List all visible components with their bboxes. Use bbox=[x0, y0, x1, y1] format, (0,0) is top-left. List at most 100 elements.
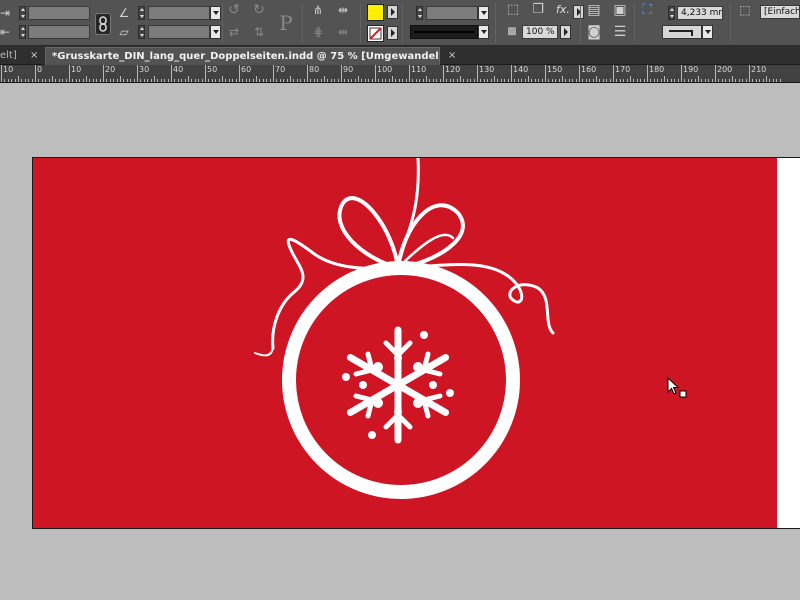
horizontal-ruler[interactable]: 10 0 10 20 30 40 50 60 70 80 90 100 110 120 130 140 150 1… bbox=[0, 65, 800, 83]
stroke-weight-mm-field[interactable]: 4,233 mm bbox=[677, 6, 723, 20]
wrap-bounding-box-icon[interactable]: ▣ bbox=[612, 3, 628, 17]
rotate-angle-dropdown[interactable] bbox=[210, 6, 221, 20]
ruler-tick bbox=[555, 79, 556, 82]
ruler-tick bbox=[321, 79, 322, 82]
ruler-tick bbox=[399, 79, 400, 82]
select-content-icon[interactable]: ⋕ bbox=[309, 25, 327, 39]
ruler-tick bbox=[178, 79, 179, 82]
select-container-icon[interactable]: ⋔ bbox=[309, 3, 327, 17]
stroke-swatch[interactable] bbox=[367, 25, 384, 42]
ruler-label: 180 bbox=[649, 65, 665, 74]
ruler-tick bbox=[130, 79, 131, 82]
tab-previous-document[interactable]: elt] bbox=[0, 47, 22, 65]
corner-shape-dropdown[interactable] bbox=[702, 25, 713, 39]
opacity-menu-arrow[interactable] bbox=[560, 25, 571, 39]
ruler-tick bbox=[11, 79, 12, 82]
stroke-weight-stepper[interactable] bbox=[416, 6, 423, 20]
close-tab-icon[interactable]: × bbox=[30, 48, 38, 63]
flip-horizontal-icon[interactable]: ⇄ bbox=[226, 25, 242, 39]
select-previous-object-icon[interactable]: ⇹ bbox=[334, 3, 352, 17]
ruler-tick bbox=[307, 65, 308, 82]
ruler-tick bbox=[317, 79, 318, 82]
height-field[interactable] bbox=[28, 25, 90, 39]
opacity-field[interactable]: 100 % bbox=[522, 25, 558, 39]
ruler-tick bbox=[55, 79, 56, 82]
ruler-tick bbox=[715, 65, 716, 82]
rotate-ccw-icon[interactable]: ↺ bbox=[226, 3, 242, 17]
ruler-tick bbox=[569, 79, 570, 82]
select-next-object-icon[interactable]: ⇹ bbox=[334, 25, 352, 39]
page-spread-right[interactable] bbox=[777, 157, 800, 529]
ruler-tick bbox=[219, 79, 220, 82]
ruler-tick bbox=[331, 79, 332, 82]
tab-active-document[interactable]: *Grusskarte_DIN_lang_quer_Doppelseiten.i… bbox=[45, 47, 440, 65]
separator bbox=[495, 3, 496, 43]
constrain-proportions-button[interactable] bbox=[95, 13, 111, 35]
ruler-tick bbox=[35, 65, 36, 82]
ruler-tick bbox=[62, 79, 63, 82]
stroke-weight-field[interactable] bbox=[426, 6, 478, 20]
ruler-tick bbox=[270, 79, 271, 82]
ruler-tick bbox=[409, 65, 410, 82]
ruler-tick bbox=[742, 79, 743, 82]
ruler-tick bbox=[542, 79, 543, 82]
ruler-tick bbox=[168, 79, 169, 82]
frame-edges-icon[interactable]: ⬚ bbox=[505, 3, 521, 17]
stroke-swatch-menu-arrow[interactable] bbox=[387, 26, 398, 40]
page-spread-left[interactable] bbox=[32, 157, 777, 529]
height-stepper[interactable] bbox=[19, 25, 26, 39]
close-active-tab-icon[interactable]: × bbox=[448, 48, 456, 63]
ruler-tick bbox=[633, 79, 634, 82]
ruler-label: 60 bbox=[241, 65, 252, 74]
rotate-angle-field[interactable] bbox=[148, 6, 210, 20]
object-style-field[interactable]: [Einfache bbox=[760, 5, 800, 19]
fill-swatch[interactable] bbox=[367, 4, 384, 21]
ruler-tick bbox=[443, 65, 444, 82]
ruler-tick bbox=[559, 79, 560, 82]
control-panel: ⇥ ⇤ ∠ ▱ ↺ ↻ ⇄ ⇅ P ⋔ ⇹ ⋕ ⇹ ⬚ ❐ fx. ▩ 100 … bbox=[0, 0, 800, 46]
ruler-tick bbox=[45, 79, 46, 82]
ruler-tick bbox=[766, 76, 767, 82]
ruler-tick bbox=[157, 79, 158, 82]
width-stepper[interactable] bbox=[19, 6, 26, 20]
ruler-tick bbox=[773, 79, 774, 82]
ruler-label: 70 bbox=[275, 65, 286, 74]
shear-angle-field[interactable] bbox=[148, 25, 210, 39]
wrap-none-icon[interactable]: ▤ bbox=[586, 3, 602, 17]
rotate-cw-icon[interactable]: ↻ bbox=[251, 3, 267, 17]
shear-angle-dropdown[interactable] bbox=[210, 25, 221, 39]
fill-color-chip bbox=[368, 5, 383, 20]
text-frame-icon[interactable]: P bbox=[275, 8, 297, 38]
corner-shape-selector[interactable] bbox=[662, 25, 702, 39]
ruler-tick bbox=[8, 79, 9, 82]
ruler-tick bbox=[701, 79, 702, 82]
ruler-tick bbox=[171, 65, 172, 82]
ruler-tick bbox=[1, 65, 2, 82]
rotate-stepper[interactable] bbox=[138, 6, 145, 20]
ruler-tick bbox=[650, 79, 651, 82]
stroke-type-selector[interactable] bbox=[410, 25, 478, 39]
ruler-tick bbox=[695, 79, 696, 82]
effects-menu-arrow[interactable] bbox=[573, 5, 584, 19]
ruler-tick bbox=[446, 79, 447, 82]
wrap-jump-object-icon[interactable]: ☰ bbox=[612, 25, 628, 39]
shear-stepper[interactable] bbox=[138, 25, 145, 39]
ruler-tick bbox=[273, 65, 274, 82]
ruler-tick bbox=[96, 79, 97, 82]
stroke-type-dropdown[interactable] bbox=[478, 25, 489, 39]
ruler-tick bbox=[290, 76, 291, 82]
flip-vertical-icon[interactable]: ⇅ bbox=[251, 25, 267, 39]
drop-shadow-icon[interactable]: ❐ bbox=[530, 3, 546, 17]
corner-size-stepper[interactable] bbox=[668, 6, 675, 20]
ruler-tick bbox=[222, 76, 223, 82]
width-field[interactable] bbox=[28, 6, 90, 20]
fit-frame-icon[interactable]: ⛶ bbox=[638, 3, 656, 17]
fill-swatch-menu-arrow[interactable] bbox=[387, 5, 398, 19]
pasteboard[interactable] bbox=[0, 84, 800, 600]
wrap-object-shape-icon[interactable]: ◙ bbox=[586, 25, 602, 39]
ruler-tick bbox=[769, 79, 770, 82]
christmas-ornament-artwork[interactable] bbox=[253, 158, 573, 530]
stroke-weight-dropdown[interactable] bbox=[478, 6, 489, 20]
ruler-tick bbox=[66, 79, 67, 82]
ruler-tick bbox=[572, 79, 573, 82]
